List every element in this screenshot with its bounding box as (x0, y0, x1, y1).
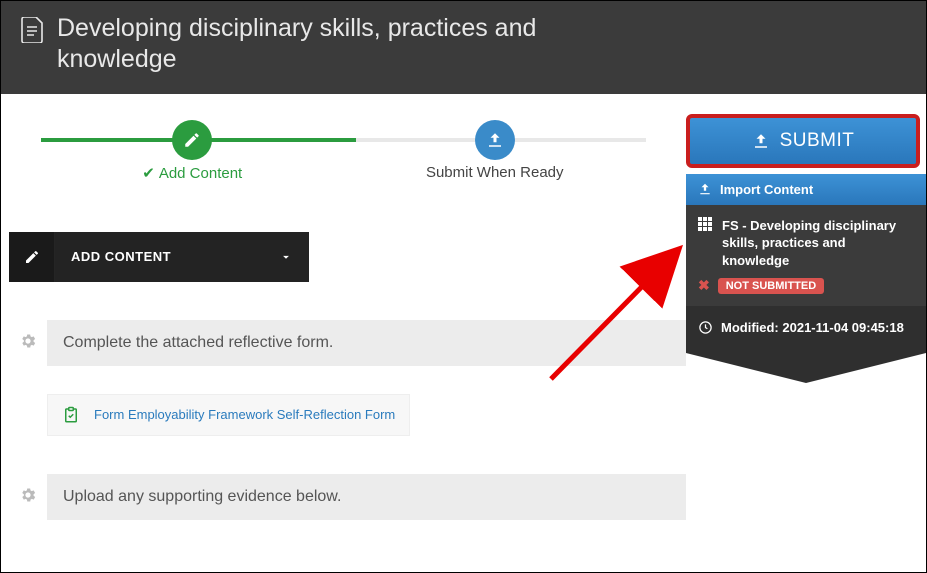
check-icon: ✔ (142, 165, 155, 182)
modified-label: Modified: (721, 320, 779, 335)
progress-steps: ✔Add Content Submit When Ready (1, 94, 686, 192)
import-content-button[interactable]: Import Content (686, 174, 926, 205)
gear-icon[interactable] (19, 486, 37, 504)
upload-icon (752, 132, 770, 150)
page-header: Developing disciplinary skills, practice… (1, 1, 926, 94)
x-icon: ✖ (698, 277, 710, 294)
annotation-arrow (461, 214, 691, 394)
submit-button[interactable]: SUBMIT (686, 114, 920, 168)
panel-tail (686, 353, 926, 383)
page-title: Developing disciplinary skills, practice… (57, 13, 657, 76)
upload-prompt-text: Upload any supporting evidence below. (47, 474, 686, 520)
step-add-content-circle (172, 120, 212, 160)
modified-value: 2021-11-04 09:45:18 (782, 320, 903, 335)
form-link-row[interactable]: Form Employability Framework Self-Reflec… (47, 394, 410, 436)
add-content-label: ADD CONTENT (55, 249, 263, 264)
pencil-icon (24, 249, 40, 265)
grid-icon (698, 217, 712, 231)
step-label-submit: Submit When Ready (344, 164, 647, 182)
form-link-text[interactable]: Form Employability Framework Self-Reflec… (94, 407, 395, 422)
gear-icon[interactable] (19, 332, 37, 350)
chevron-down-icon (279, 250, 293, 264)
step-label-add-content: ✔Add Content (41, 164, 344, 182)
upload-icon (698, 182, 712, 196)
reflective-prompt-text: Complete the attached reflective form. (47, 320, 686, 366)
section-upload: Upload any supporting evidence below. (1, 474, 686, 520)
clock-icon (698, 320, 713, 335)
section-reflective: Complete the attached reflective form. (1, 320, 686, 366)
modified-box: Modified: 2021-11-04 09:45:18 (686, 306, 926, 353)
course-info-box: FS - Developing disciplinary skills, pra… (686, 205, 926, 307)
pencil-icon (183, 131, 201, 149)
upload-icon (486, 131, 504, 149)
submit-label: SUBMIT (780, 130, 855, 152)
course-title: FS - Developing disciplinary skills, pra… (722, 217, 914, 270)
status-badge: NOT SUBMITTED (718, 278, 824, 294)
import-label: Import Content (720, 182, 813, 197)
document-icon (21, 17, 43, 43)
clipboard-icon (62, 405, 80, 425)
add-content-button[interactable]: ADD CONTENT (9, 232, 309, 282)
step-submit-circle (475, 120, 515, 160)
